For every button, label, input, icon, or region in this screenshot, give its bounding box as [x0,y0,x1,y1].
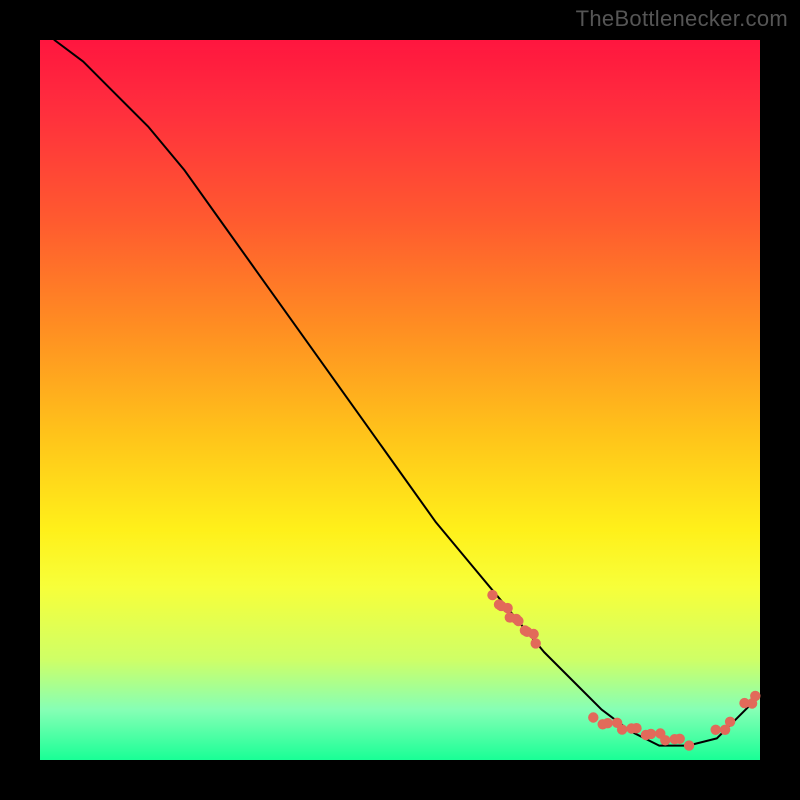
chart-frame: TheBottlenecker.com [0,0,800,800]
plot-area [30,30,770,770]
plot-overlay [30,30,770,770]
curve-line [54,40,760,746]
data-markers [487,590,760,751]
watermark-label: TheBottlenecker.com [576,6,788,32]
